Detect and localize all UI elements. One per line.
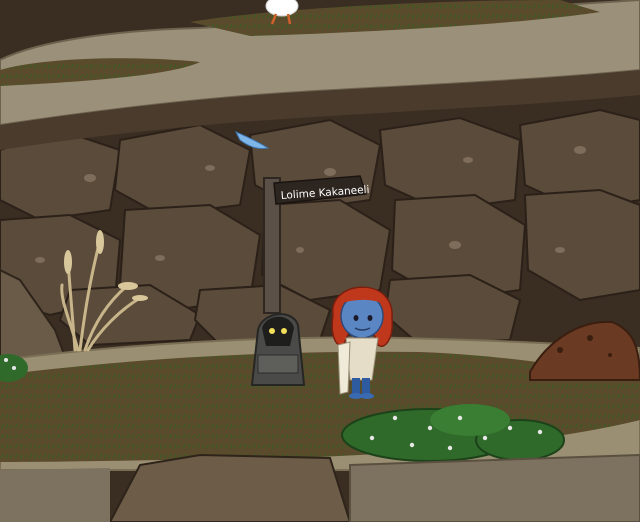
- game-viewport[interactable]: Lolime Kakaneeli: [0, 0, 640, 522]
- hooded-npc[interactable]: [250, 313, 306, 386]
- foreground-ledge: [0, 468, 110, 522]
- foreground-rock: [108, 453, 352, 522]
- game-scene[interactable]: Lolime Kakaneeli: [0, 0, 640, 522]
- foreground-ledge-right: [349, 453, 640, 522]
